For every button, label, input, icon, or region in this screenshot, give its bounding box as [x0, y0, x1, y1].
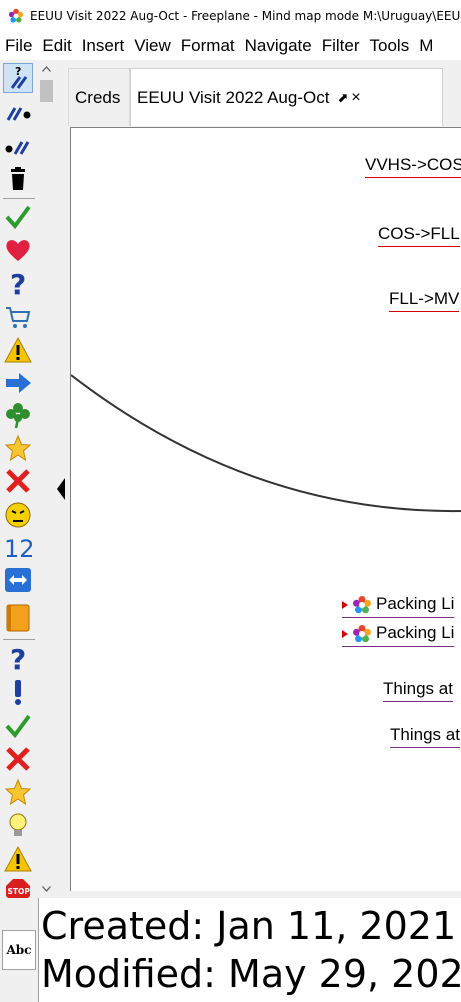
- canvas-bottom-edge: [68, 891, 461, 898]
- remove-last-icon[interactable]: [3, 98, 33, 128]
- lightbulb-icon[interactable]: [3, 810, 33, 840]
- exclamation-icon[interactable]: [3, 677, 33, 707]
- map-node[interactable]: Packing Li: [342, 623, 455, 647]
- modified-date: Modified: May 29, 2022: [41, 952, 461, 996]
- toolbar-separator: [3, 639, 35, 640]
- remove-first-icon[interactable]: ?: [3, 63, 33, 93]
- svg-text:?: ?: [10, 269, 26, 297]
- menu-filter[interactable]: Filter: [322, 36, 360, 56]
- svg-text:?: ?: [15, 65, 21, 78]
- svg-text:12: 12: [4, 535, 32, 561]
- map-node[interactable]: Things at: [390, 725, 460, 748]
- star-icon[interactable]: [3, 777, 33, 807]
- title-bar: EEUU Visit 2022 Aug-Oct - Freeplane - Mi…: [0, 0, 461, 32]
- node-text: Things at: [383, 679, 453, 698]
- trash-icon[interactable]: [3, 164, 33, 194]
- map-node[interactable]: COS->FLL: [378, 224, 460, 247]
- remove-all-icon[interactable]: [3, 132, 33, 162]
- checkmark-icon[interactable]: [3, 711, 33, 741]
- node-text: VVHS->COS: [365, 155, 461, 174]
- mind-map-canvas[interactable]: VVHS->COS COS->FLL FLL->MV Packing Li Pa…: [70, 127, 461, 892]
- flower-icon: [353, 595, 371, 613]
- cart-icon[interactable]: [3, 302, 33, 332]
- node-text: Packing Li: [376, 594, 455, 613]
- menu-insert[interactable]: Insert: [82, 36, 125, 56]
- scrollbar-thumb[interactable]: [40, 80, 53, 102]
- fold-arrow-icon[interactable]: [342, 629, 348, 638]
- node-text: FLL->MV: [389, 289, 460, 308]
- node-text: Things at: [390, 725, 460, 744]
- tab-creds[interactable]: Creds: [68, 68, 130, 126]
- map-node[interactable]: VVHS->COS: [365, 155, 461, 178]
- warning-icon[interactable]: [3, 335, 33, 365]
- toolbar-separator: [3, 198, 35, 199]
- menu-format[interactable]: Format: [181, 36, 235, 56]
- clover-icon[interactable]: [3, 400, 33, 430]
- menu-more[interactable]: M: [419, 36, 433, 56]
- window-title: EEUU Visit 2022 Aug-Oct - Freeplane - Mi…: [30, 9, 461, 23]
- created-date: Created: Jan 11, 2021: [41, 904, 457, 948]
- node-text: Packing Li: [376, 623, 455, 642]
- checkmark-icon[interactable]: [3, 202, 33, 232]
- question-icon[interactable]: ?: [3, 643, 33, 673]
- map-tab-strip: Creds EEUU Visit 2022 Aug-Oct ⬈ ×: [68, 60, 461, 126]
- toolbar-scrollbar[interactable]: [38, 78, 55, 898]
- warning-icon[interactable]: [3, 844, 33, 874]
- book-icon[interactable]: [3, 603, 33, 633]
- flower-icon: [353, 624, 371, 642]
- resize-horizontal-icon[interactable]: [3, 565, 33, 595]
- svg-text:?: ?: [10, 644, 26, 672]
- map-node[interactable]: FLL->MV: [389, 289, 460, 312]
- map-node[interactable]: Things at: [383, 679, 453, 702]
- tab-eeuu-visit[interactable]: EEUU Visit 2022 Aug-Oct ⬈ ×: [130, 68, 443, 126]
- number-12-icon[interactable]: 12: [3, 532, 33, 562]
- map-node[interactable]: Packing Li: [342, 594, 455, 618]
- menu-edit[interactable]: Edit: [42, 36, 71, 56]
- arrow-right-icon[interactable]: [3, 368, 33, 398]
- scroll-down-button[interactable]: [38, 880, 55, 898]
- collapse-arrow-icon[interactable]: [57, 478, 65, 500]
- float-tab-icon[interactable]: ⬈: [337, 90, 348, 106]
- fold-arrow-icon[interactable]: [342, 600, 348, 609]
- question-icon[interactable]: ?: [3, 268, 33, 298]
- tab-label: Creds: [75, 87, 121, 107]
- close-tab-icon[interactable]: ×: [351, 89, 360, 107]
- star-icon[interactable]: [3, 433, 33, 463]
- menu-file[interactable]: File: [5, 36, 32, 56]
- tab-label: EEUU Visit 2022 Aug-Oct: [137, 87, 330, 107]
- cross-icon[interactable]: [3, 744, 33, 774]
- cross-icon[interactable]: [3, 466, 33, 496]
- text-format-button[interactable]: Abc: [2, 930, 36, 970]
- angry-face-icon[interactable]: [3, 500, 33, 530]
- chevron-down-icon: [42, 886, 51, 892]
- menu-bar: File Edit Insert View Format Navigate Fi…: [0, 32, 461, 60]
- heart-icon[interactable]: [3, 235, 33, 265]
- menu-view[interactable]: View: [134, 36, 171, 56]
- scroll-up-button[interactable]: [38, 60, 55, 78]
- freeplane-app-icon: [8, 8, 24, 23]
- node-text: COS->FLL: [378, 224, 460, 243]
- node-info-panel: Created: Jan 11, 2021 Modified: May 29, …: [38, 898, 461, 1002]
- menu-navigate[interactable]: Navigate: [245, 36, 312, 56]
- svg-text:STOP: STOP: [8, 887, 31, 896]
- icon-toolbar: ? ? 12 ? STOP: [0, 60, 38, 903]
- menu-tools[interactable]: Tools: [370, 36, 410, 56]
- chevron-up-icon: [42, 66, 51, 72]
